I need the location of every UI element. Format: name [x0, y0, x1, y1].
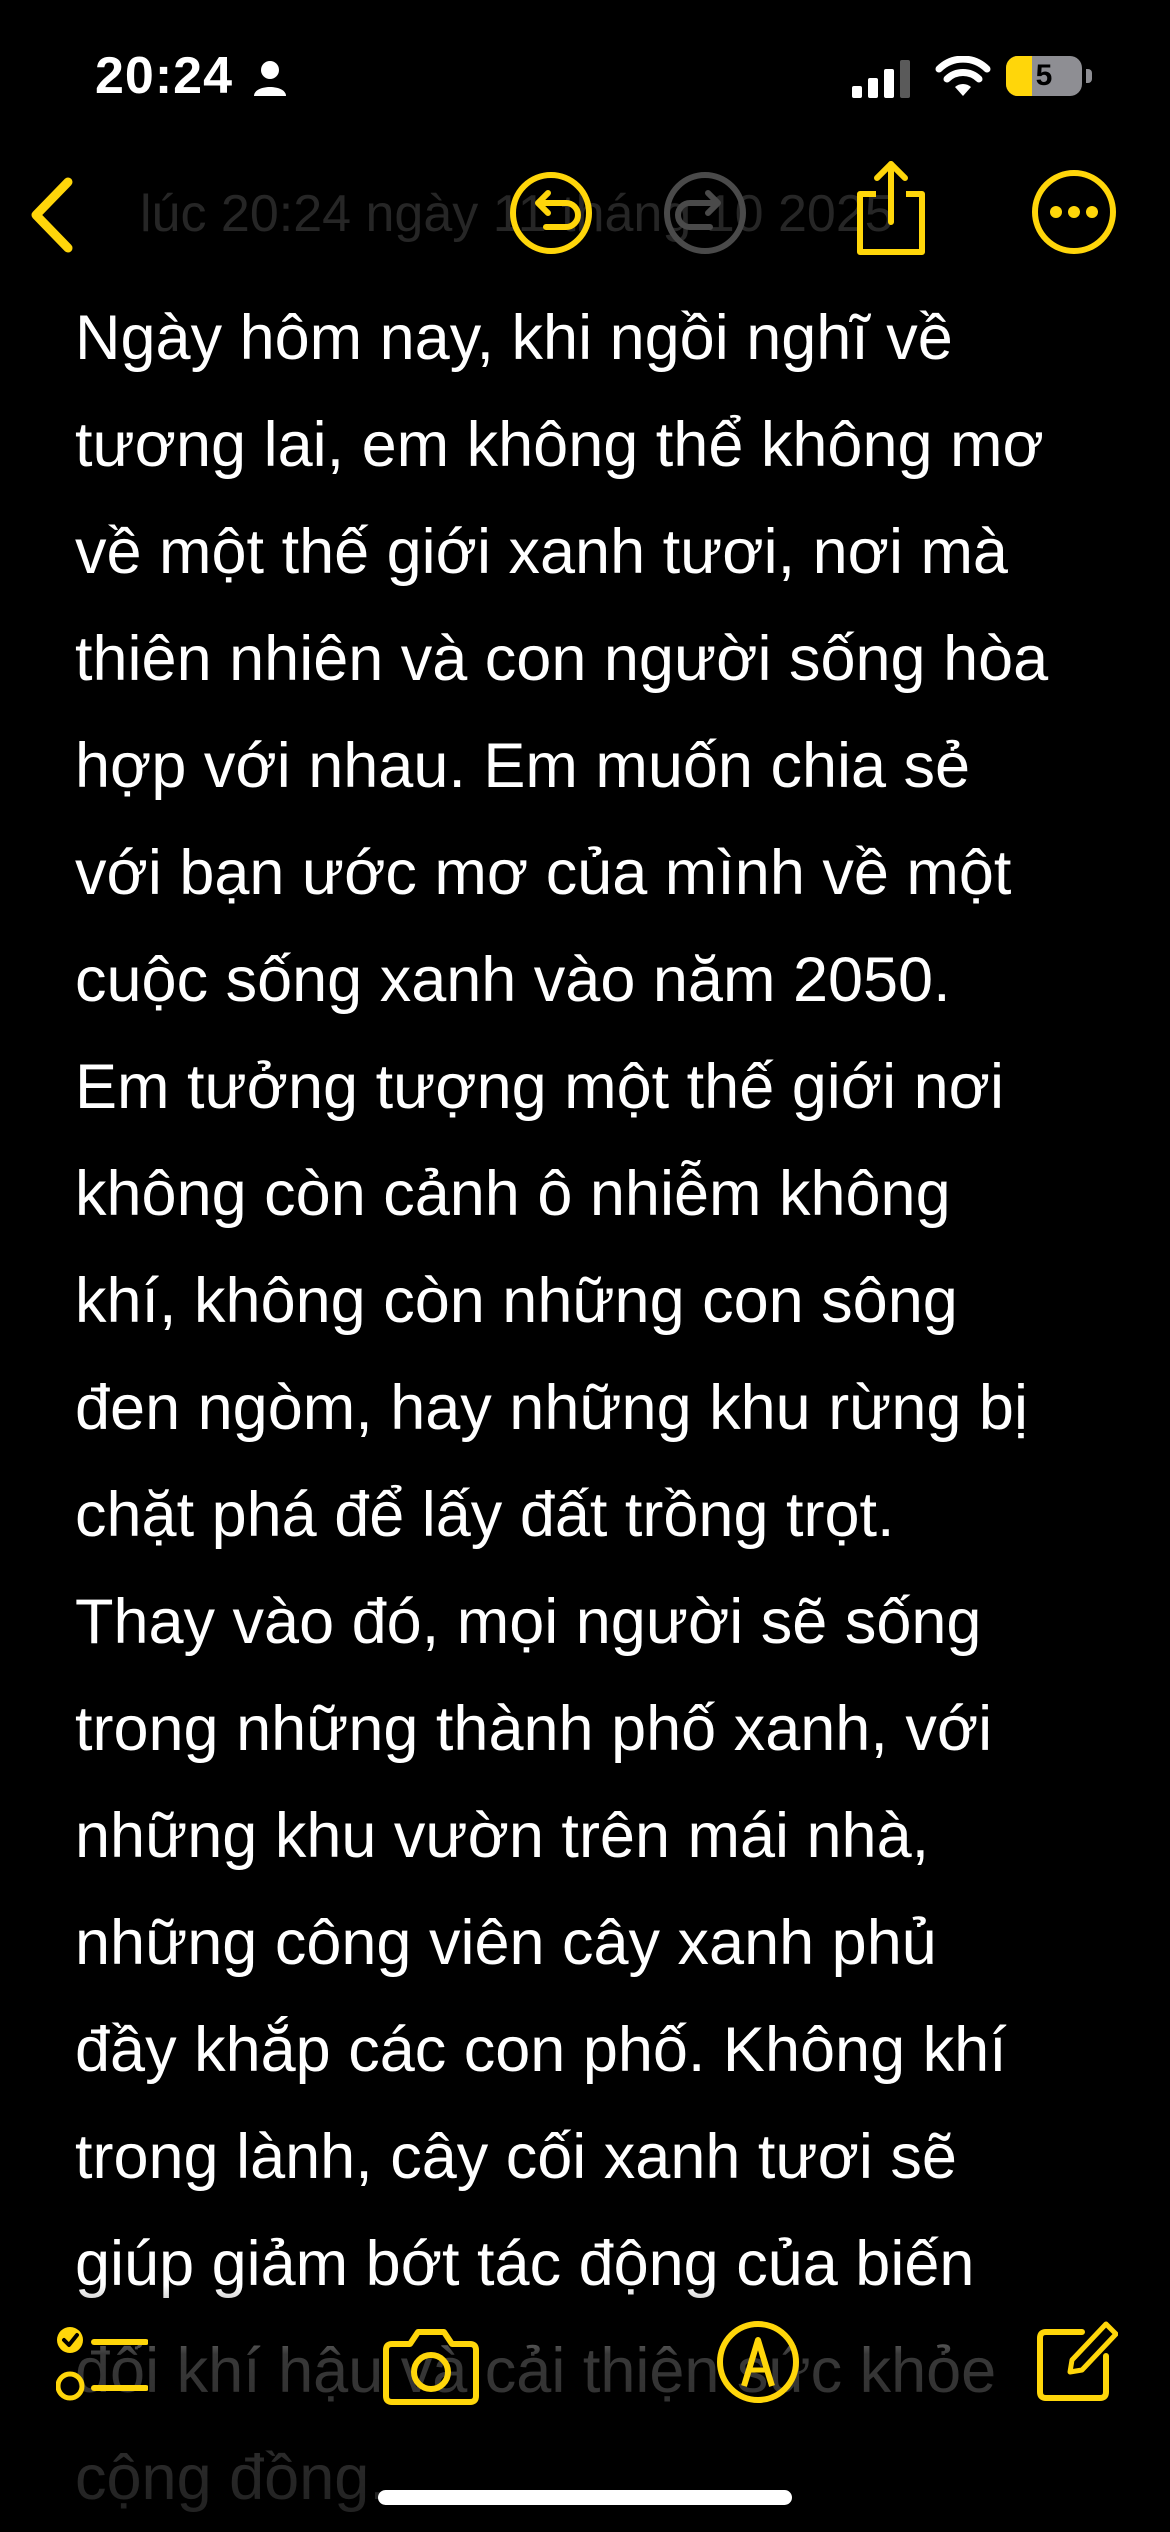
wifi-icon	[935, 56, 991, 96]
status-time: 20:24	[95, 47, 233, 105]
battery-icon: 5	[1006, 56, 1092, 98]
cellular-signal-icon	[852, 60, 910, 98]
person-icon	[254, 61, 286, 96]
status-bar: 20:24 5	[0, 0, 1170, 150]
checklist-icon[interactable]	[56, 2322, 148, 2406]
battery-level: 5	[1035, 59, 1053, 92]
navigation-bar: lúc 20:24 ngày 11 tháng 10 2025	[0, 150, 1170, 280]
compose-icon[interactable]	[1036, 2316, 1118, 2402]
redo-icon[interactable]	[662, 170, 748, 256]
note-body[interactable]: Ngày hôm nay, khi ngồi nghĩ về tương lai…	[75, 285, 1115, 2532]
chevron-left-icon[interactable]	[20, 170, 90, 260]
markup-icon[interactable]	[716, 2320, 800, 2404]
undo-icon[interactable]	[508, 170, 594, 256]
bottom-toolbar	[0, 2300, 1170, 2430]
share-icon[interactable]	[846, 158, 936, 258]
more-icon[interactable]	[1030, 168, 1118, 256]
camera-icon[interactable]	[382, 2322, 480, 2406]
home-indicator[interactable]	[378, 2490, 792, 2505]
